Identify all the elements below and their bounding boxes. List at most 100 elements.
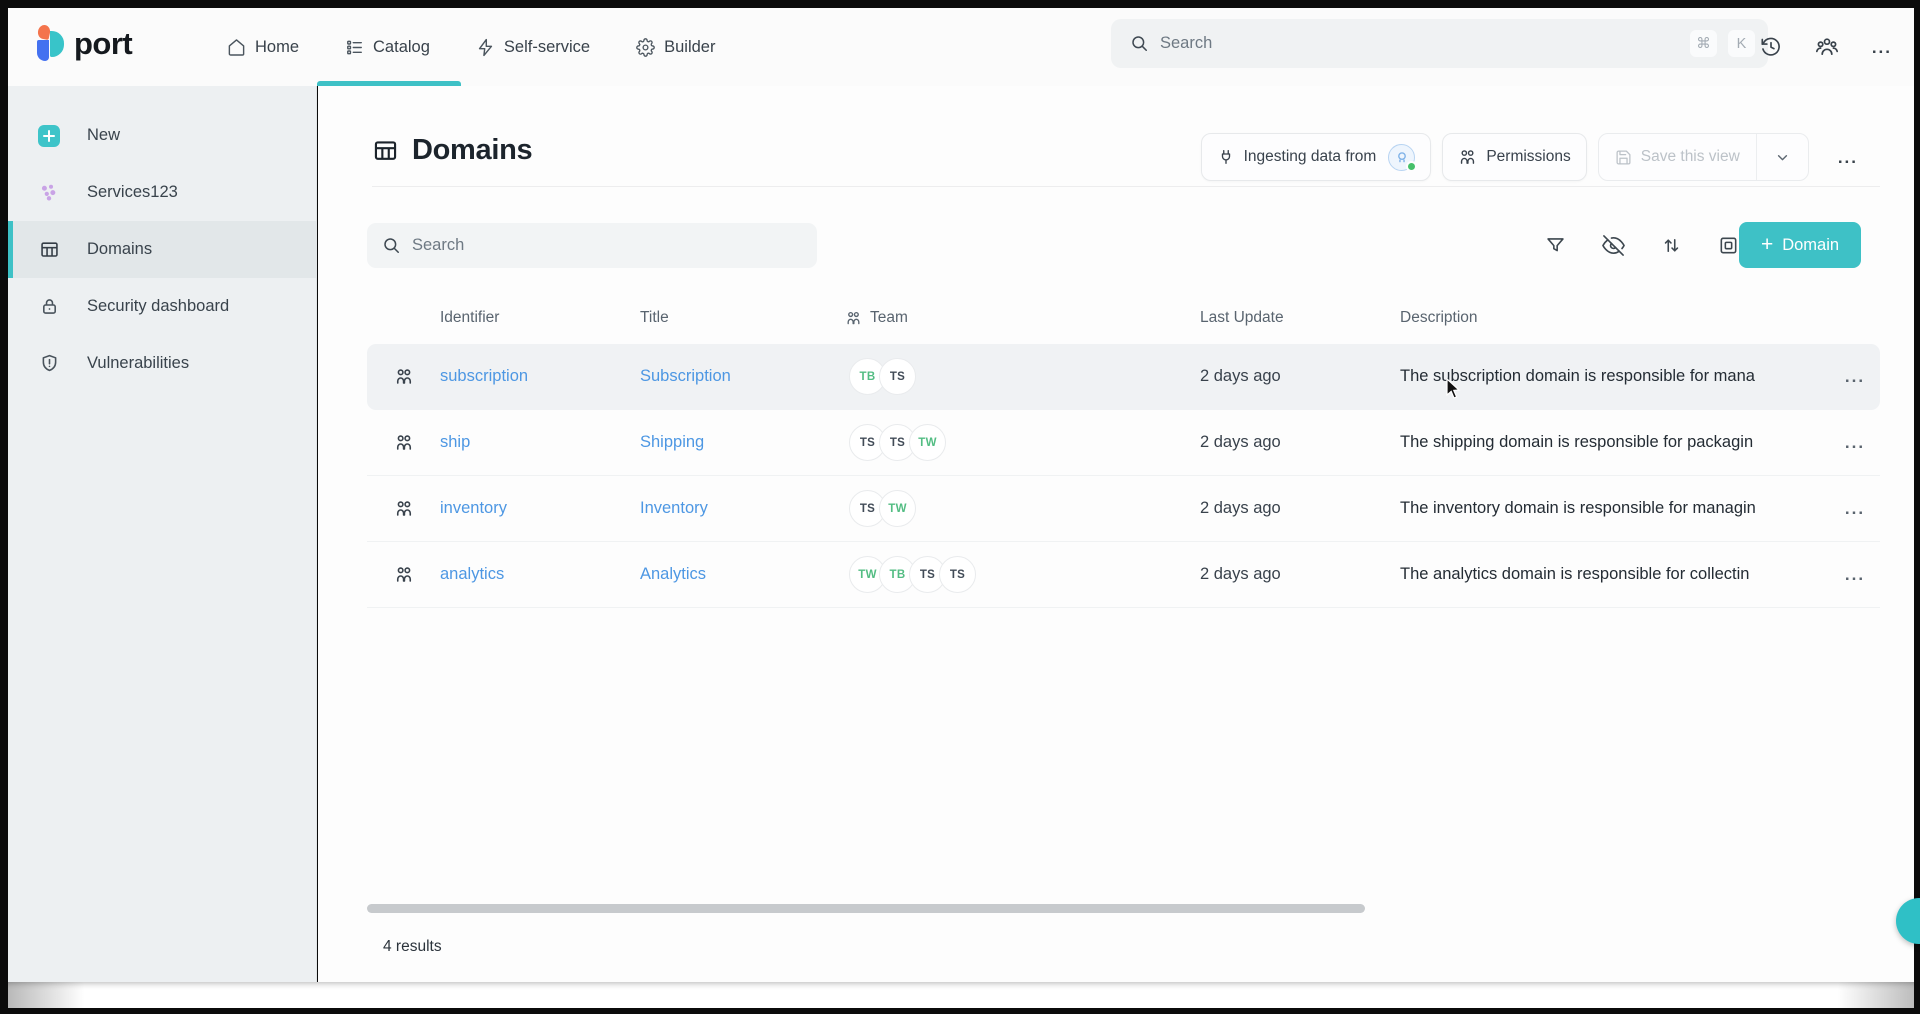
team-avatar: TS	[939, 556, 976, 593]
sidebar-item-domains[interactable]: Domains	[8, 221, 316, 278]
save-view-label: Save this view	[1641, 148, 1740, 166]
description-cell: The analytics domain is responsible for …	[1400, 565, 1830, 584]
add-domain-button[interactable]: + Domain	[1739, 222, 1861, 268]
port-logo[interactable]: port	[37, 25, 132, 62]
title-link[interactable]: Shipping	[640, 433, 845, 452]
domain-blueprint-icon	[367, 367, 440, 387]
last-update-cell: 2 days ago	[1200, 565, 1400, 584]
main-nav: Home Catalog Self-service Builder	[227, 8, 715, 86]
nav-catalog-label: Catalog	[373, 38, 430, 57]
permissions-label: Permissions	[1486, 148, 1570, 166]
divider	[372, 186, 1880, 187]
domains-table: Identifier Title Team Last Update Descri…	[367, 292, 1880, 608]
active-tab-indicator	[317, 81, 461, 86]
title-link[interactable]: Subscription	[640, 367, 845, 386]
table-row[interactable]: inventory Inventory TSTW 2 days ago The …	[367, 476, 1880, 542]
plug-icon	[1217, 148, 1235, 166]
frame-border	[0, 0, 1920, 8]
table-row[interactable]: ship Shipping TSTSTW 2 days ago The ship…	[367, 410, 1880, 476]
sort-icon[interactable]	[1661, 235, 1682, 256]
catalog-icon	[345, 38, 364, 57]
lock-icon	[38, 296, 60, 317]
status-dot	[1406, 161, 1417, 172]
team-cell: TSTSTW	[845, 424, 1200, 461]
sidebar-item-security-dashboard[interactable]: Security dashboard	[8, 278, 316, 335]
table-row[interactable]: analytics Analytics TWTBTSTS 2 days ago …	[367, 542, 1880, 608]
nav-builder[interactable]: Builder	[636, 8, 715, 86]
domain-blueprint-icon	[367, 433, 440, 453]
command-key: ⌘	[1690, 30, 1717, 57]
users-icon	[845, 310, 862, 327]
column-header-team[interactable]: Team	[845, 309, 1200, 327]
row-more-icon[interactable]: ...	[1830, 434, 1880, 451]
plus-icon	[38, 125, 60, 147]
filter-icon[interactable]	[1545, 235, 1566, 256]
add-domain-label: Domain	[1782, 236, 1839, 255]
sidebar-vulnerabilities-label: Vulnerabilities	[87, 354, 189, 373]
ingesting-data-button[interactable]: Ingesting data from	[1201, 133, 1432, 181]
global-search[interactable]: ⌘ K	[1111, 19, 1768, 68]
last-update-cell: 2 days ago	[1200, 499, 1400, 518]
team-cell: TWTBTSTS	[845, 556, 1200, 593]
description-cell: The subscription domain is responsible f…	[1400, 367, 1830, 386]
team-avatar: TW	[909, 424, 946, 461]
eye-off-icon[interactable]	[1602, 234, 1625, 257]
nav-catalog[interactable]: Catalog	[345, 8, 430, 86]
frame-border	[0, 1008, 1920, 1014]
save-view-button[interactable]: Save this view	[1599, 134, 1756, 180]
sidebar-item-services123[interactable]: Services123	[8, 164, 316, 221]
table-row[interactable]: subscription Subscription TBTS 2 days ag…	[367, 344, 1880, 410]
group-by-icon[interactable]	[1718, 235, 1739, 256]
domains-table-icon	[372, 137, 399, 164]
services-cluster-icon	[38, 182, 60, 204]
shield-icon	[38, 353, 60, 374]
identifier-link[interactable]: subscription	[440, 367, 640, 386]
title-link[interactable]: Analytics	[640, 565, 845, 584]
sidebar-item-new[interactable]: New	[8, 107, 316, 164]
k-key: K	[1728, 30, 1755, 57]
column-header-title[interactable]: Title	[640, 309, 845, 327]
column-header-last-update[interactable]: Last Update	[1200, 309, 1400, 327]
row-more-icon[interactable]: ...	[1830, 368, 1880, 385]
port-logo-icon	[37, 25, 65, 62]
row-more-icon[interactable]: ...	[1830, 500, 1880, 517]
home-icon	[227, 38, 246, 57]
ingesting-data-label: Ingesting data from	[1244, 148, 1377, 166]
nav-home[interactable]: Home	[227, 8, 299, 86]
last-update-cell: 2 days ago	[1200, 433, 1400, 452]
domain-blueprint-icon	[367, 499, 440, 519]
column-header-identifier[interactable]: Identifier	[440, 309, 640, 327]
permissions-button[interactable]: Permissions	[1442, 133, 1586, 181]
table-search-input[interactable]	[412, 236, 802, 255]
people-icon[interactable]	[1815, 35, 1839, 59]
description-cell: The shipping domain is responsible for p…	[1400, 433, 1830, 452]
horizontal-scrollbar[interactable]	[367, 904, 1365, 913]
global-search-input[interactable]	[1160, 34, 1679, 53]
nav-home-label: Home	[255, 38, 299, 57]
window-bottom-band	[8, 982, 1914, 1008]
logo-text: port	[74, 26, 132, 62]
history-icon[interactable]	[1760, 36, 1782, 58]
identifier-link[interactable]: analytics	[440, 565, 640, 584]
sidebar-services123-label: Services123	[87, 183, 178, 202]
save-view-dropdown[interactable]	[1757, 134, 1808, 180]
table-search[interactable]	[367, 223, 817, 268]
search-icon	[1130, 34, 1149, 53]
title-link[interactable]: Inventory	[640, 499, 845, 518]
page-more-icon[interactable]: ...	[1834, 143, 1862, 172]
team-avatar: TS	[879, 358, 916, 395]
identifier-link[interactable]: ship	[440, 433, 640, 452]
team-cell: TSTW	[845, 490, 1200, 527]
search-icon	[382, 236, 401, 255]
frame-border	[0, 0, 8, 1014]
save-view-group: Save this view	[1598, 133, 1809, 181]
topbar-more-icon[interactable]: ...	[1872, 39, 1892, 56]
frame-border	[1914, 0, 1920, 1014]
nav-self-service[interactable]: Self-service	[476, 8, 590, 86]
identifier-link[interactable]: inventory	[440, 499, 640, 518]
column-header-description[interactable]: Description	[1400, 309, 1830, 327]
top-bar: port Home Catalog Self-service Builder	[8, 8, 1914, 86]
sidebar-item-vulnerabilities[interactable]: Vulnerabilities	[8, 335, 316, 392]
save-icon	[1615, 149, 1632, 166]
row-more-icon[interactable]: ...	[1830, 566, 1880, 583]
